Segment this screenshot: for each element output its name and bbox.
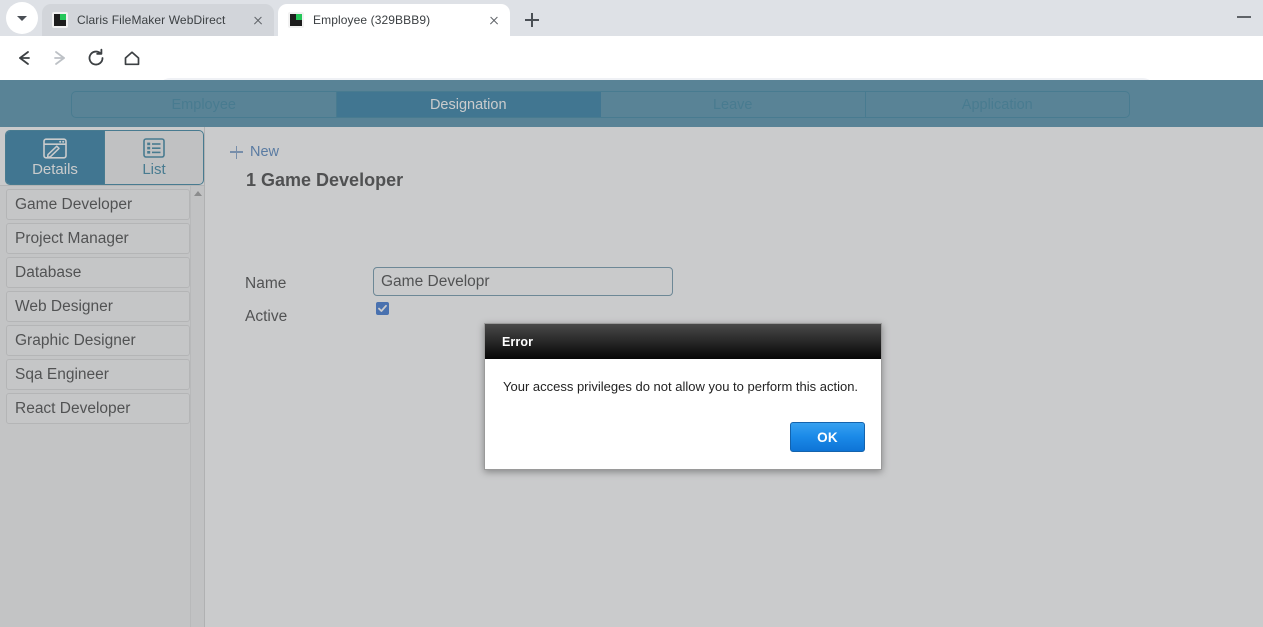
minimize-icon[interactable] bbox=[1237, 16, 1251, 18]
browser-tab-strip: Claris FileMaker WebDirect Employee (329… bbox=[0, 0, 1263, 36]
back-button[interactable] bbox=[10, 44, 38, 72]
reload-icon bbox=[88, 48, 104, 66]
filemaker-favicon-icon bbox=[52, 12, 68, 28]
error-dialog: Error Your access privileges do not allo… bbox=[484, 323, 882, 470]
close-icon[interactable] bbox=[250, 12, 266, 28]
back-arrow-icon bbox=[19, 51, 30, 65]
browser-toolbar: server.furniflair.com/fmi/webd/Employee … bbox=[0, 36, 1263, 110]
forward-arrow-icon bbox=[54, 51, 65, 65]
filemaker-favicon-icon bbox=[288, 12, 304, 28]
browser-tab-2[interactable]: Employee (329BBB9) bbox=[278, 4, 510, 36]
close-icon[interactable] bbox=[486, 12, 502, 28]
error-dialog-message: Your access privileges do not allow you … bbox=[503, 379, 859, 394]
browser-window: Claris FileMaker WebDirect Employee (329… bbox=[0, 0, 1263, 627]
browser-tab-2-title: Employee (329BBB9) bbox=[313, 13, 431, 27]
browser-tab-1-title: Claris FileMaker WebDirect bbox=[77, 13, 226, 27]
reload-button[interactable] bbox=[82, 44, 110, 72]
forward-button[interactable] bbox=[46, 44, 74, 72]
home-icon bbox=[124, 51, 140, 66]
chevron-down-icon bbox=[17, 15, 27, 21]
home-button[interactable] bbox=[118, 44, 146, 72]
tab-search-button[interactable] bbox=[6, 2, 38, 34]
new-tab-button[interactable] bbox=[518, 6, 546, 34]
ok-button[interactable]: OK bbox=[790, 422, 865, 452]
error-dialog-titlebar: Error bbox=[485, 324, 881, 359]
browser-tab-1[interactable]: Claris FileMaker WebDirect bbox=[42, 4, 274, 36]
error-dialog-title: Error bbox=[502, 334, 534, 349]
